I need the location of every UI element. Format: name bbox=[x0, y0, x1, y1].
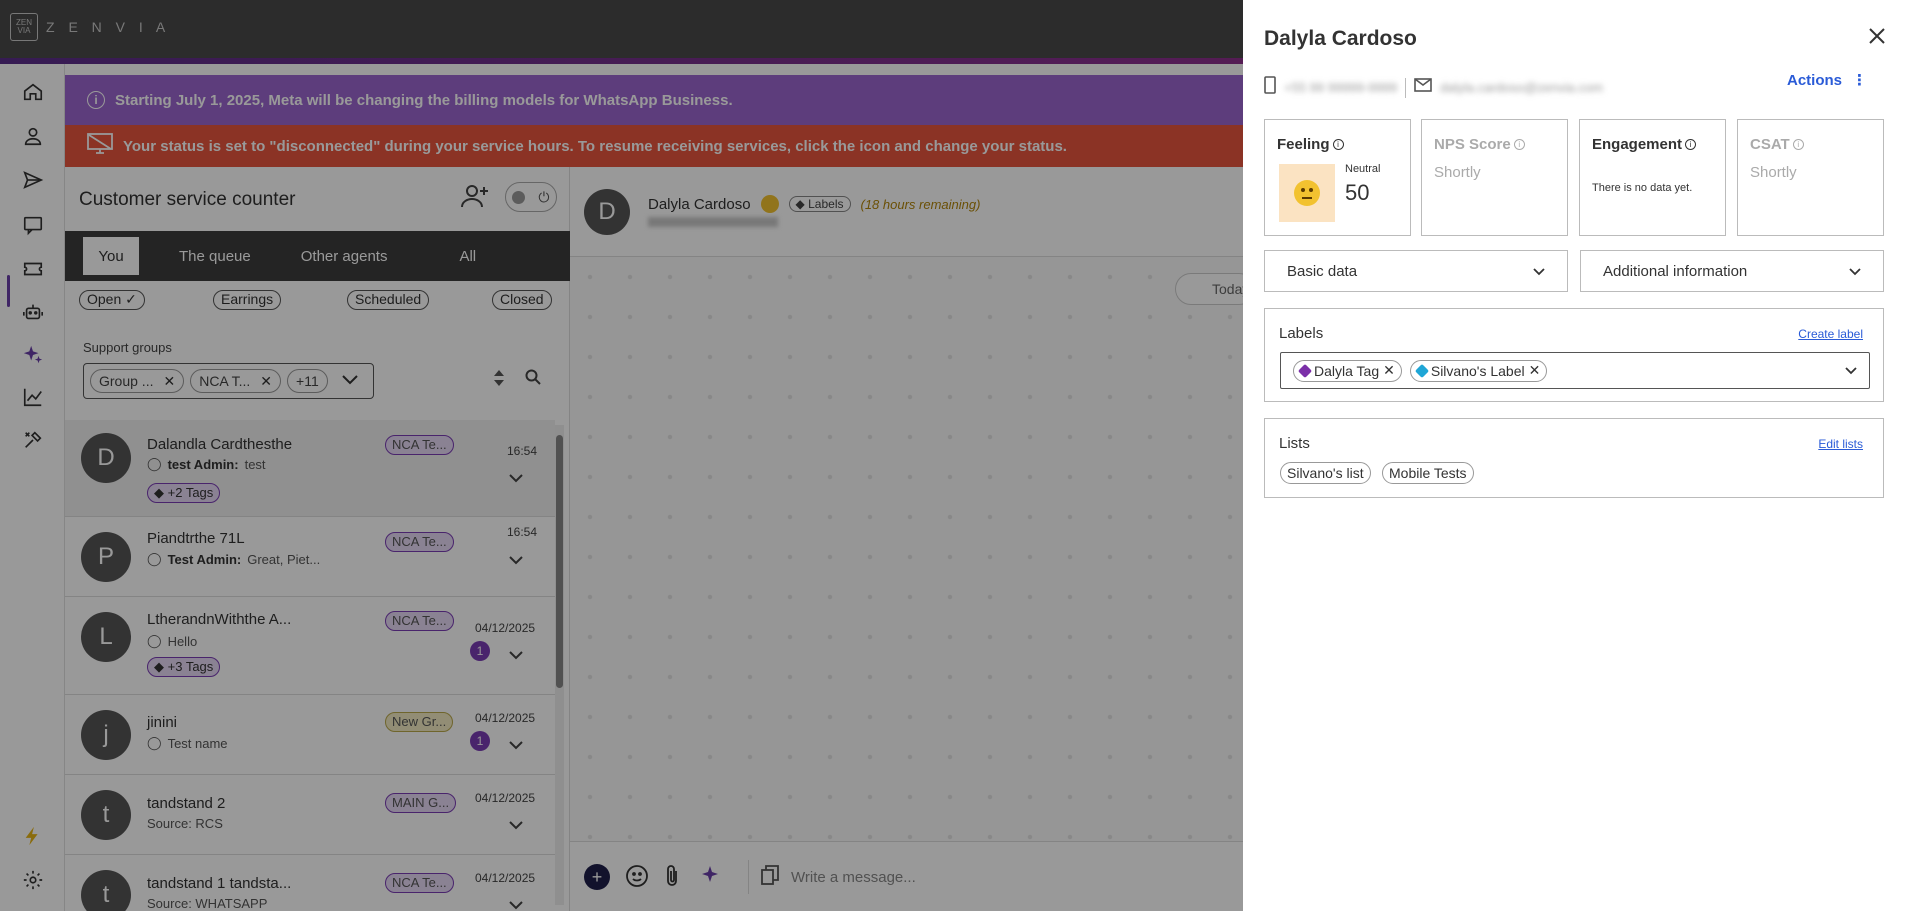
label-chip-text: Silvano's Label bbox=[1430, 362, 1525, 379]
contact-details-drawer: Dalyla Cardoso +55 99 99999-9999 dalyla.… bbox=[1243, 0, 1920, 911]
labels-select[interactable]: Dalyla Tag ✕ Silvano's Label ✕ bbox=[1280, 352, 1870, 389]
phone-number: +55 99 99999-9999 bbox=[1284, 80, 1398, 95]
additional-info-dropdown[interactable]: Additional information bbox=[1580, 250, 1884, 292]
neutral-face-icon bbox=[1279, 164, 1335, 222]
phone-icon bbox=[1264, 76, 1276, 99]
label-chip-text: Dalyla Tag bbox=[1314, 362, 1380, 379]
label-chip: Dalyla Tag ✕ bbox=[1293, 359, 1402, 382]
engagement-card: Engagement i There is no data yet. bbox=[1579, 119, 1726, 236]
labels-section: Labels Create label Dalyla Tag ✕ Silvano… bbox=[1264, 308, 1884, 402]
engagement-title-text: Engagement bbox=[1592, 136, 1683, 153]
feeling-score: 50 bbox=[1345, 180, 1370, 205]
engagement-value: There is no data yet. bbox=[1592, 182, 1693, 194]
feeling-card: Feeling i Neutral 50 bbox=[1264, 119, 1411, 236]
nps-title-text: NPS Score bbox=[1434, 136, 1511, 153]
feeling-mood: Neutral bbox=[1345, 163, 1381, 175]
feeling-title-text: Feeling bbox=[1277, 136, 1330, 153]
email-address: dalyla.cardoso@zenvia.com bbox=[1440, 80, 1603, 95]
nps-card: NPS Score i Shortly bbox=[1421, 119, 1568, 236]
actions-menu-button[interactable]: Actions ⋮ bbox=[1787, 71, 1868, 90]
close-icon[interactable]: ✕ bbox=[1383, 362, 1395, 379]
nps-value: Shortly bbox=[1434, 164, 1481, 181]
csat-card: CSAT i Shortly bbox=[1737, 119, 1884, 236]
tag-icon bbox=[1297, 363, 1313, 378]
contact-info-row: +55 99 99999-9999 dalyla.cardoso@zenvia.… bbox=[1264, 76, 1603, 99]
info-icon[interactable]: i bbox=[1513, 139, 1525, 150]
info-icon[interactable]: i bbox=[1332, 139, 1344, 150]
chevron-down-icon bbox=[1849, 263, 1861, 280]
chevron-down-icon bbox=[1533, 263, 1545, 280]
tag-icon bbox=[1414, 363, 1429, 378]
nps-title: NPS Score i bbox=[1434, 136, 1525, 153]
csat-title: CSAT i bbox=[1750, 136, 1804, 153]
labels-title: Labels bbox=[1279, 325, 1324, 342]
info-icon[interactable]: i bbox=[1685, 139, 1697, 150]
actions-label: Actions bbox=[1787, 71, 1843, 89]
more-vertical-icon: ⋮ bbox=[1852, 72, 1868, 89]
drawer-title: Dalyla Cardoso bbox=[1264, 27, 1417, 50]
csat-value: Shortly bbox=[1750, 164, 1797, 181]
engagement-title: Engagement i bbox=[1592, 136, 1697, 153]
label-chip: Silvano's Label ✕ bbox=[1409, 359, 1548, 382]
feeling-title: Feeling i bbox=[1277, 136, 1344, 153]
edit-lists-link[interactable]: Edit lists bbox=[1818, 437, 1863, 451]
list-chip: Mobile Tests bbox=[1382, 462, 1474, 484]
list-chip: Silvano's list bbox=[1280, 462, 1371, 484]
csat-title-text: CSAT bbox=[1750, 136, 1790, 153]
close-icon[interactable]: ✕ bbox=[1529, 362, 1541, 379]
additional-info-label: Additional information bbox=[1603, 262, 1748, 280]
modal-backdrop[interactable] bbox=[0, 0, 1243, 911]
separator bbox=[1405, 77, 1407, 98]
basic-data-label: Basic data bbox=[1287, 262, 1358, 280]
chevron-down-icon[interactable] bbox=[1845, 362, 1857, 380]
create-label-link[interactable]: Create label bbox=[1798, 327, 1863, 341]
info-icon[interactable]: i bbox=[1792, 139, 1804, 150]
mail-icon bbox=[1414, 78, 1432, 97]
close-icon[interactable] bbox=[1867, 26, 1891, 50]
lists-title: Lists bbox=[1279, 435, 1310, 452]
basic-data-dropdown[interactable]: Basic data bbox=[1264, 250, 1568, 292]
lists-section: Lists Edit lists Silvano's list Mobile T… bbox=[1264, 418, 1884, 498]
